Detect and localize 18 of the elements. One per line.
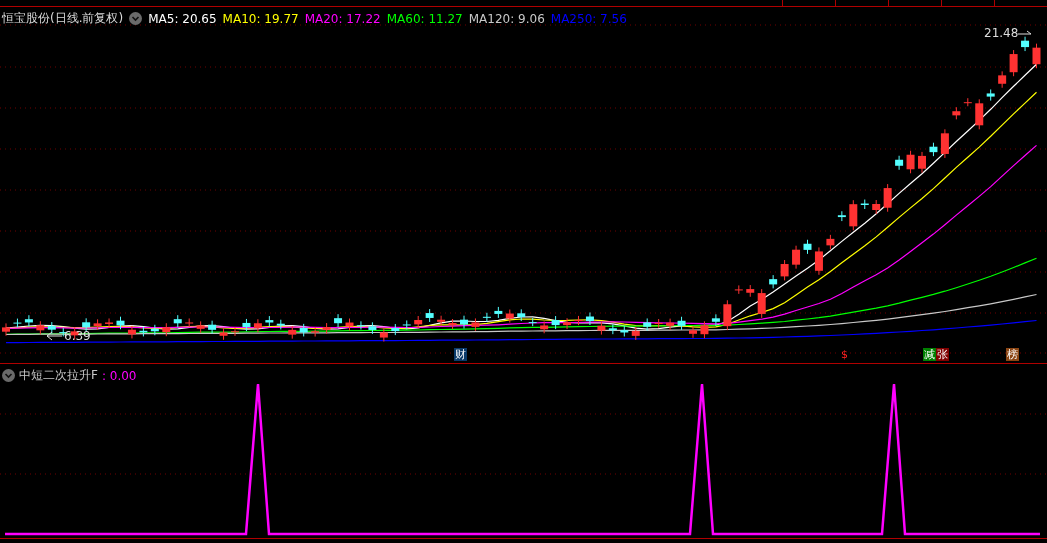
indicator-name: 中短二次拉升F xyxy=(19,367,98,384)
collapse-icon[interactable] xyxy=(2,369,15,382)
moving-average-label: MA20: 17.22 xyxy=(304,11,381,26)
event-marker[interactable]: 减 xyxy=(923,348,936,361)
moving-average-label: MA250: 7.56 xyxy=(550,11,627,26)
collapse-icon[interactable] xyxy=(129,12,143,25)
arrow-icon xyxy=(46,331,63,341)
event-marker[interactable]: 张 xyxy=(936,348,949,361)
chart-title: 恒宝股份(日线.前复权) xyxy=(2,10,124,27)
event-marker[interactable]: $ xyxy=(840,348,849,361)
event-marker[interactable]: 榜 xyxy=(1006,348,1019,361)
moving-average-label: MA10: 19.77 xyxy=(222,11,299,26)
moving-average-label: MA5: 20.65 xyxy=(148,11,217,26)
indicator-value: : 0.00 xyxy=(101,368,137,383)
moving-average-label: MA60: 11.27 xyxy=(386,11,463,26)
moving-average-label: MA120: 9.06 xyxy=(468,11,545,26)
high-price-label: 21.48 xyxy=(984,26,1019,40)
event-marker[interactable]: 财 xyxy=(454,348,467,361)
